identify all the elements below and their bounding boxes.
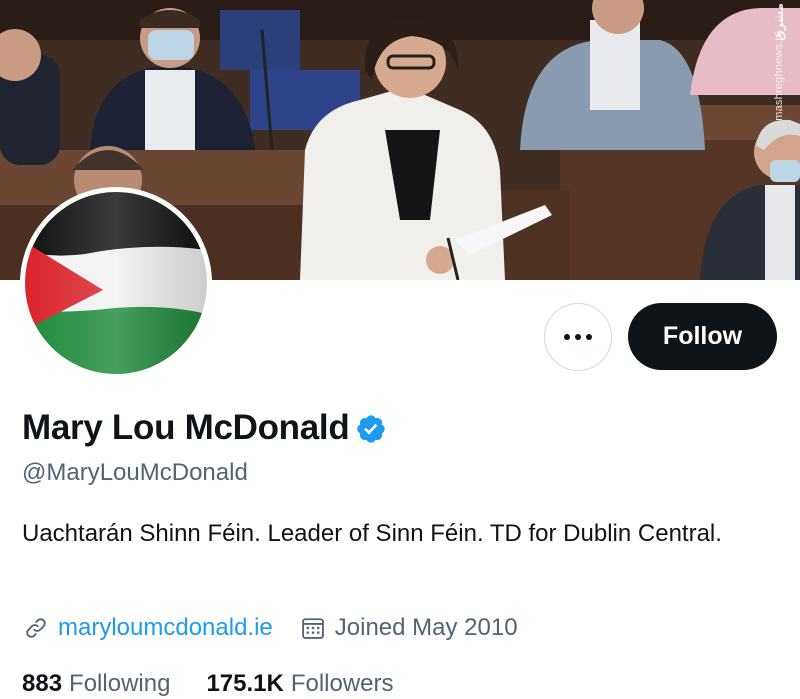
website-item: maryloumcdonald.ie: [22, 614, 273, 642]
followers-label: Followers: [290, 670, 394, 697]
palestine-flag-image: [25, 192, 207, 374]
followers-link[interactable]: 175.1K Followers: [206, 670, 393, 698]
joined-date: Joined May 2010: [334, 614, 518, 641]
watermark: مشرق mashreghnews.ir: [764, 3, 794, 126]
watermark-url: mashreghnews.ir: [773, 34, 785, 121]
following-count: 883: [22, 670, 63, 697]
link-icon: [26, 618, 46, 638]
profile-meta: maryloumcdonald.ie Joined May 2010: [22, 614, 518, 642]
more-options-icon: [564, 334, 592, 340]
username-handle: @MaryLouMcDonald: [22, 459, 248, 486]
profile-stats: 883 Following 175.1K Followers: [22, 670, 394, 698]
verified-badge-icon[interactable]: [355, 413, 387, 445]
display-name-row: Mary Lou McDonald: [22, 408, 387, 448]
calendar-icon: [301, 618, 324, 639]
following-label: Following: [69, 670, 171, 697]
more-options-button[interactable]: [544, 303, 612, 371]
followers-count: 175.1K: [206, 670, 284, 697]
display-name: Mary Lou McDonald: [22, 408, 350, 447]
website-link[interactable]: maryloumcdonald.ie: [58, 614, 273, 642]
follow-button[interactable]: Follow: [628, 303, 777, 370]
profile-bio: Uachtarán Shinn Féin. Leader of Sinn Féi…: [22, 520, 722, 547]
joined-item: Joined May 2010: [299, 614, 518, 642]
profile-avatar[interactable]: [20, 187, 212, 379]
following-link[interactable]: 883 Following: [22, 670, 170, 698]
